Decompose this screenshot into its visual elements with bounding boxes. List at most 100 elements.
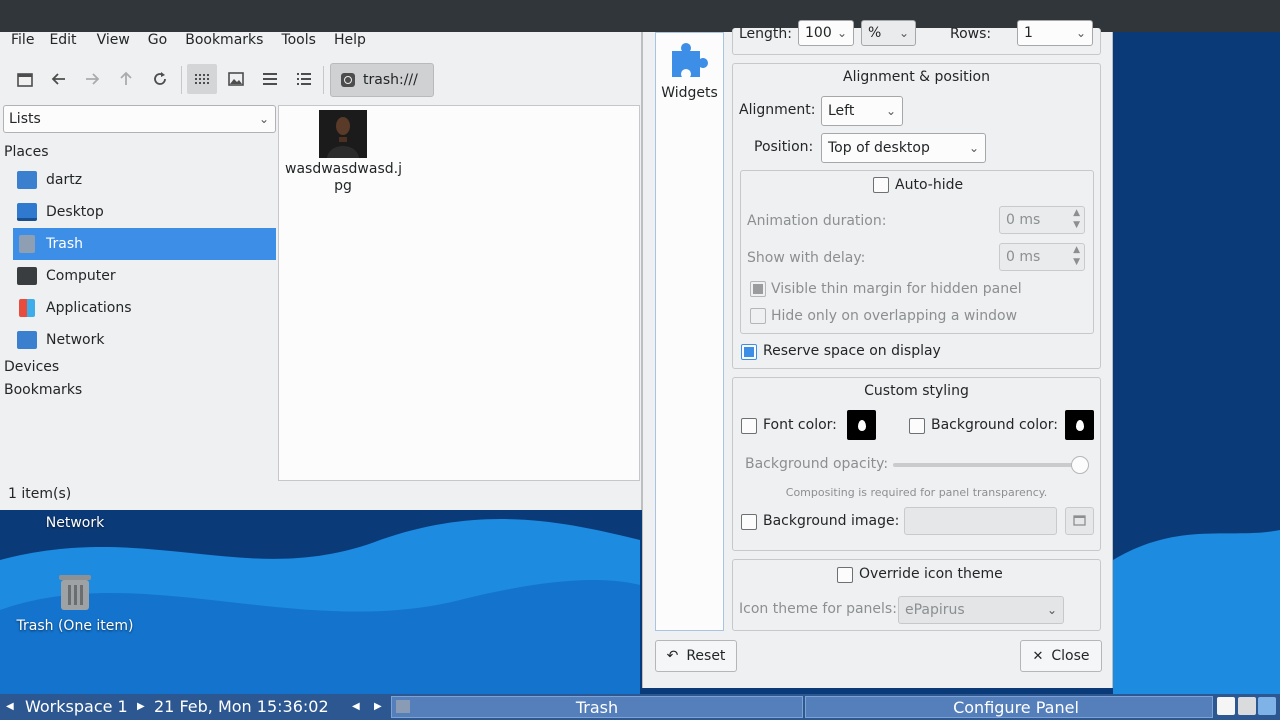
menu-bookmarks[interactable]: Bookmarks	[174, 32, 270, 56]
workspace-next-icon[interactable]: ▶	[137, 701, 145, 712]
font-color-button[interactable]	[847, 410, 876, 440]
side-pane-mode-select[interactable]: Lists ⌄	[3, 105, 276, 133]
workspace-label[interactable]: Workspace 1	[25, 697, 128, 716]
up-arrow-icon[interactable]	[111, 64, 141, 94]
status-bar-text: 1 item(s)	[8, 486, 72, 502]
menu-help[interactable]: Help	[323, 32, 373, 56]
font-color-label: Font color:	[763, 417, 837, 433]
override-icon-theme-label: Override icon theme	[859, 566, 1003, 582]
sidebar-item-applications[interactable]: Applications	[13, 292, 276, 324]
color-drop-icon	[1075, 419, 1084, 431]
sidebar-item-label: Network	[46, 332, 105, 348]
desktop-network-label[interactable]: Network	[30, 515, 120, 531]
rows-spinbox[interactable]: 1 ⌄	[1017, 20, 1093, 46]
group-title: Alignment & position	[843, 69, 990, 85]
sidebar-item-label: Computer	[46, 268, 116, 284]
widgets-label: Widgets	[661, 85, 718, 101]
new-tab-icon[interactable]	[10, 64, 40, 94]
clipboard-icon[interactable]	[1217, 697, 1235, 715]
reserve-space-checkbox[interactable]	[741, 344, 757, 360]
background-image-path-field[interactable]	[904, 507, 1057, 535]
menu-view[interactable]: View	[84, 32, 137, 56]
chevron-down-icon: ⌄	[258, 112, 269, 126]
menu-edit[interactable]: Edit	[41, 32, 83, 56]
close-button[interactable]: ✕ Close	[1020, 640, 1102, 672]
icon-theme-select[interactable]: ePapirus ⌄	[898, 596, 1064, 624]
back-arrow-icon[interactable]	[44, 64, 74, 94]
length-spinbox[interactable]: 100 ⌄	[798, 20, 854, 46]
task-button-trash[interactable]: Trash	[391, 696, 803, 718]
length-label: Length:	[739, 26, 793, 42]
overlap-checkbox[interactable]	[750, 308, 766, 324]
workspace-prev-icon[interactable]: ◀	[6, 701, 14, 712]
override-icon-theme-checkbox[interactable]	[837, 567, 853, 583]
thumbnail-view-icon[interactable]	[221, 64, 251, 94]
length-unit-select[interactable]: % ⌄	[861, 20, 916, 46]
background-color-checkbox[interactable]	[909, 418, 925, 434]
rows-value: 1	[1024, 25, 1033, 41]
sidebar-item-home[interactable]: dartz	[13, 164, 276, 196]
trash-icon	[57, 572, 93, 612]
file-view[interactable]: wasdwasdwasd.j pg	[278, 105, 640, 481]
forward-arrow-icon[interactable]	[77, 64, 107, 94]
slider-handle[interactable]	[1071, 456, 1089, 474]
scroll-right-icon[interactable]: ▶	[374, 701, 382, 712]
sidebar-item-desktop[interactable]: Desktop	[13, 196, 276, 228]
file-manager-window: File Edit View Go Bookmarks Tools Help t…	[0, 32, 642, 510]
network-folder-icon	[17, 331, 37, 349]
task-button-configure-panel[interactable]: Configure Panel	[805, 696, 1213, 718]
sidebar-item-trash[interactable]: Trash	[13, 228, 276, 260]
background-opacity-slider[interactable]	[893, 456, 1089, 474]
chevron-down-icon: ⌄	[968, 141, 979, 155]
sidebar-item-label: Applications	[46, 300, 132, 316]
desktop-trash-icon[interactable]: Trash (One item)	[15, 572, 135, 634]
sidebar-item-computer[interactable]: Computer	[13, 260, 276, 292]
address-bar[interactable]: trash:///	[330, 63, 434, 97]
places-heading[interactable]: Places	[4, 144, 49, 160]
bookmarks-heading[interactable]: Bookmarks	[4, 382, 82, 398]
overlap-label: Hide only on overlapping a window	[771, 308, 1018, 324]
task-label: Trash	[575, 698, 619, 717]
thin-margin-checkbox[interactable]	[750, 281, 766, 297]
toolbar: trash:///	[0, 63, 642, 100]
chevron-down-icon: ⌄	[836, 26, 847, 40]
browse-image-button[interactable]	[1065, 507, 1094, 535]
show-delay-spinbox[interactable]: 0 ms ▲ ▼	[999, 243, 1085, 271]
icon-theme-label: Icon theme for panels:	[739, 601, 897, 617]
chevron-down-icon: ⌄	[1075, 26, 1086, 40]
background-color-button[interactable]	[1065, 410, 1094, 440]
clock[interactable]: 21 Feb, Mon 15:36:02	[154, 697, 329, 716]
rows-label: Rows:	[950, 26, 992, 42]
widgets-page-tab[interactable]: Widgets	[655, 32, 724, 631]
font-color-checkbox[interactable]	[741, 418, 757, 434]
devices-heading[interactable]: Devices	[4, 359, 59, 375]
task-label: Configure Panel	[953, 698, 1079, 717]
animation-duration-label: Animation duration:	[747, 213, 887, 229]
position-value: Top of desktop	[828, 140, 930, 156]
reset-button[interactable]: ↶ Reset	[655, 640, 737, 672]
sidebar-item-network[interactable]: Network	[13, 324, 276, 356]
show-desktop-icon[interactable]	[1258, 697, 1276, 715]
menu-file[interactable]: File	[4, 32, 41, 56]
autohide-checkbox[interactable]	[873, 177, 889, 193]
alignment-position-group: Alignment & position Alignment: Left ⌄ P…	[732, 63, 1101, 369]
background-image-checkbox[interactable]	[741, 514, 757, 530]
file-item[interactable]: wasdwasdwasd.j pg	[285, 110, 402, 195]
position-select[interactable]: Top of desktop ⌄	[821, 133, 986, 163]
network-tray-icon[interactable]	[1238, 697, 1256, 715]
alignment-select[interactable]: Left ⌄	[821, 96, 903, 126]
compact-view-icon[interactable]	[255, 64, 285, 94]
address-text: trash:///	[363, 72, 418, 88]
chevron-down-icon: ⌄	[1046, 603, 1057, 617]
animation-duration-spinbox[interactable]: 0 ms ▲ ▼	[999, 206, 1085, 234]
detailed-list-icon[interactable]	[289, 64, 319, 94]
icon-view-icon[interactable]	[187, 64, 217, 94]
background-image-label: Background image:	[763, 513, 900, 529]
scroll-left-icon[interactable]: ◀	[352, 701, 360, 712]
menu-bar: File Edit View Go Bookmarks Tools Help	[0, 32, 641, 56]
computer-icon	[17, 267, 37, 285]
icon-theme-group: Override icon theme Icon theme for panel…	[732, 559, 1101, 631]
menu-tools[interactable]: Tools	[270, 32, 323, 56]
menu-go[interactable]: Go	[137, 32, 174, 56]
reload-icon[interactable]	[145, 64, 175, 94]
